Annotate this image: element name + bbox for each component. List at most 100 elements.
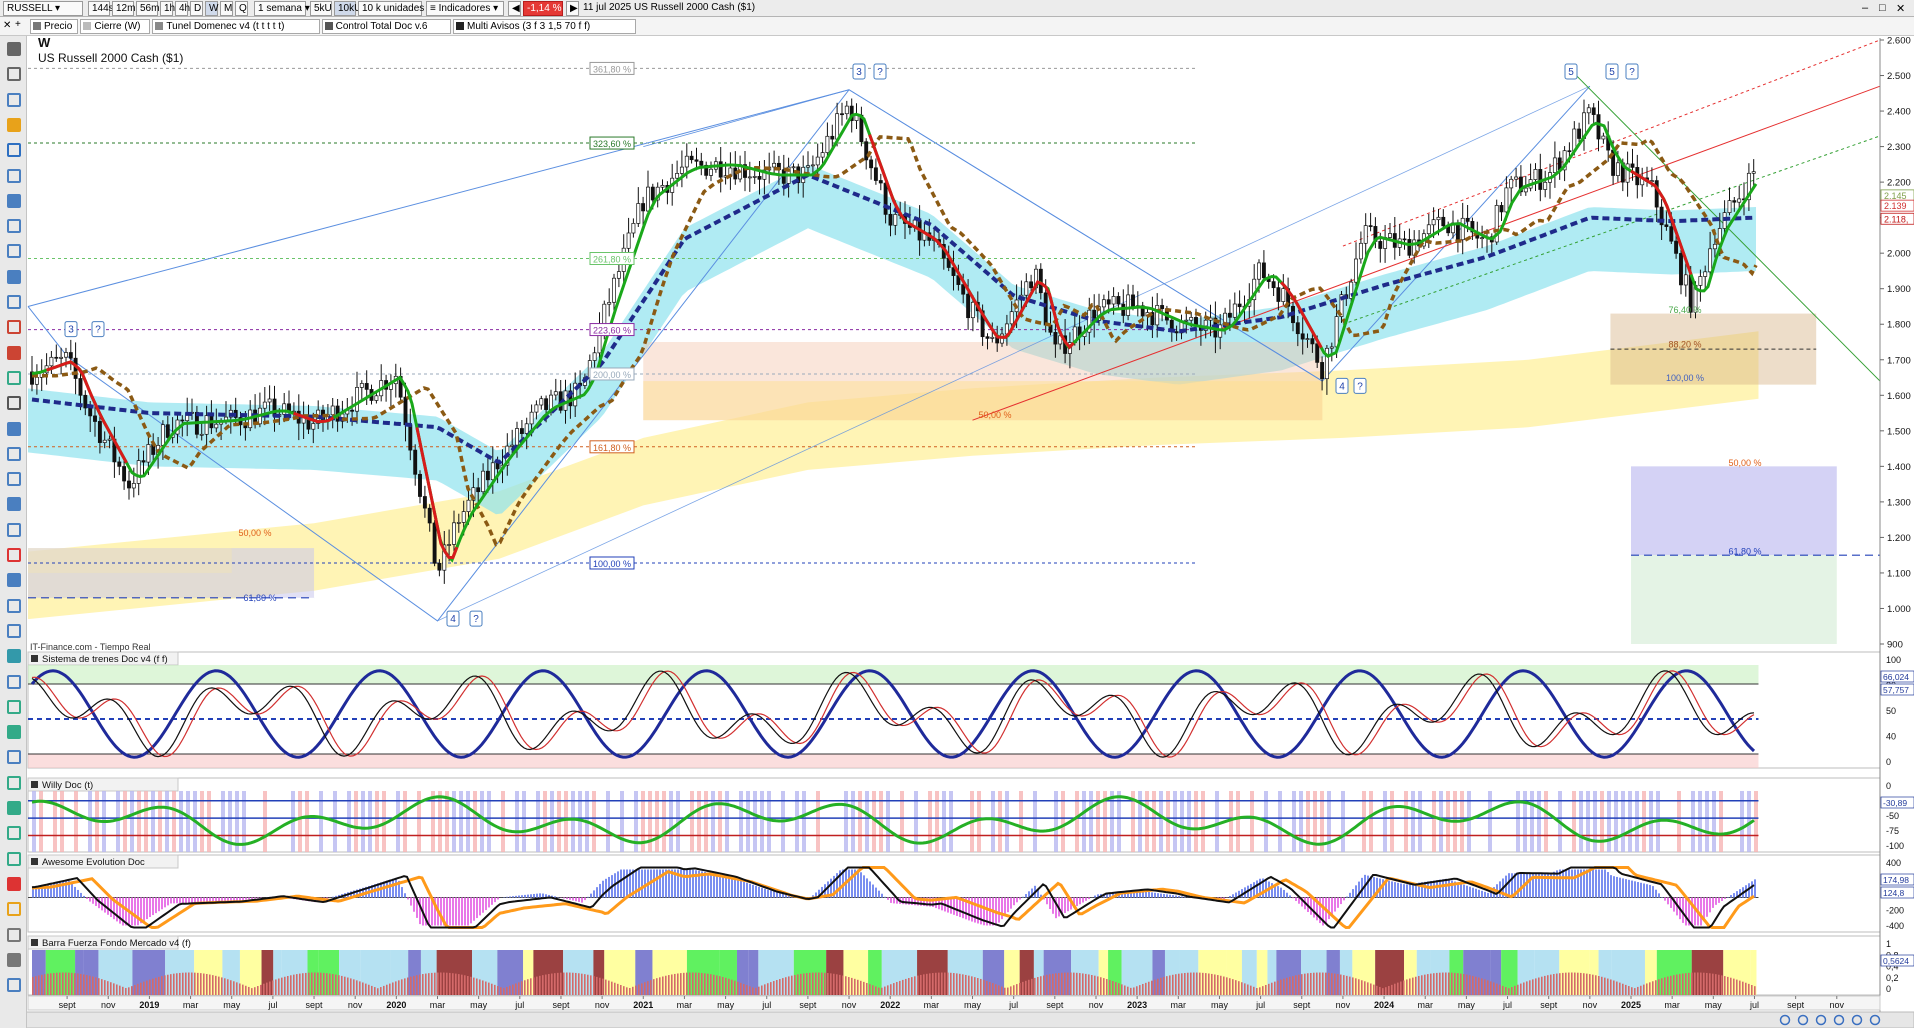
strength-bar [95,977,97,995]
drawing-tool-icon[interactable] [7,168,21,183]
drawing-tool-icon[interactable] [7,573,21,588]
drawing-tool-icon[interactable] [7,952,21,967]
drawing-tool-icon[interactable] [7,649,21,664]
candle-body [553,391,558,396]
symbol-select[interactable]: RUSSELL ▾ [3,1,83,16]
strength-bar [413,975,415,995]
timeframe-button-4h[interactable]: 4h [175,1,190,16]
panel-close-icon[interactable]: ✕ [3,20,11,31]
strength-bar [1247,984,1249,995]
strength-bar [674,973,676,995]
drawing-tool-icon[interactable] [7,927,21,942]
drawing-tool-icon[interactable] [7,775,21,790]
drawing-tool-icon[interactable] [7,117,21,132]
timeframe-button-Q[interactable]: Q [235,1,248,16]
drawing-tool-icon[interactable] [7,472,21,487]
drawing-tool-icon[interactable] [7,269,21,284]
drawing-tool-icon[interactable] [7,370,21,385]
indicator-tab-label: Precio [44,21,73,32]
drawing-tool-icon[interactable] [7,978,21,993]
drawing-tool-icon[interactable] [7,143,21,158]
panel-y-tick: 0 [1886,781,1891,791]
strength-bar [968,975,970,995]
timeframe-button-144s[interactable]: 144s [88,1,114,16]
drawing-tool-icon[interactable] [7,244,21,259]
strength-bar [326,973,328,995]
drawing-tool-icon[interactable] [7,320,21,335]
strength-bar [1214,974,1216,995]
drawing-tool-icon[interactable] [7,548,21,562]
drawing-tool-icon[interactable] [7,902,21,917]
drawing-tool-icon[interactable] [7,396,21,411]
panel-y-tick: -100 [1886,841,1904,851]
units-button-5kU[interactable]: 5kU [310,1,332,16]
drawing-tool-icon[interactable] [7,295,21,309]
period-select[interactable]: 1 semana ▾ [254,1,310,16]
candle-body [1261,262,1266,279]
strength-bar [530,978,532,995]
drawing-tool-icon[interactable] [7,699,21,714]
chart-canvas[interactable]: Sistema de trenes Doc v4 (f f) Willy Doc … [0,0,1914,1028]
drawing-tool-icon[interactable] [7,598,21,613]
drawing-tool-icon[interactable] [7,623,21,638]
restore-icon[interactable]: □ [1879,2,1886,14]
drawing-tool-icon[interactable] [7,92,21,107]
drawing-tool-icon[interactable] [7,42,21,56]
drawing-tool-icon[interactable] [7,674,21,689]
units-select[interactable]: 10 k unidades ▾ [358,1,432,16]
ao-bar [1007,897,1009,913]
drawing-tool-icon[interactable] [7,750,21,765]
indicator-tab[interactable]: Control Total Doc v.6 [321,19,451,34]
strength-bar [1043,975,1045,995]
drawing-tool-icon[interactable] [7,801,21,815]
timeframe-button-56m[interactable]: 56m [136,1,159,16]
ao-bar [1469,886,1471,898]
drawing-tool-icon[interactable] [7,345,21,360]
indicators-button[interactable]: ≡ Indicadores ▾ [426,1,504,16]
panel-add-icon[interactable]: + [15,19,21,30]
units-button-10kU[interactable]: 10kU [334,1,361,16]
ao-bar [401,887,403,898]
drawing-tool-icon[interactable] [7,193,21,208]
indicator-tab[interactable]: Multi Avisos (3 f 3 1,5 70 f f) [453,19,637,34]
candle-body [1460,217,1465,241]
drawing-tool-icon[interactable] [7,421,21,436]
drawing-tool-icon[interactable] [7,497,21,512]
candle-body [83,394,88,409]
strength-bar [782,978,784,995]
drawing-tool-icon[interactable] [7,67,21,82]
nav-left-button[interactable]: ◀ [508,1,521,16]
close-icon[interactable]: ✕ [1896,2,1905,15]
candle-body [418,473,422,497]
strength-bar [56,972,58,995]
strength-zone [1226,950,1242,995]
drawing-tool-icon[interactable] [7,725,21,740]
strength-bar [1097,976,1099,995]
drawing-tool-icon[interactable] [7,851,21,866]
strength-bar [1079,973,1081,995]
strength-bar [1145,982,1147,995]
strength-bar [689,972,691,995]
strength-bar [1013,985,1015,995]
drawing-tool-icon[interactable] [7,219,21,234]
drawing-tool-icon[interactable] [7,876,21,891]
indicator-tab[interactable]: Tunel Domenec v4 (t t t t t) [152,19,320,34]
drawing-tool-icon[interactable] [7,826,21,841]
minimize-icon[interactable]: – [1862,2,1868,14]
drawing-tool-icon[interactable] [7,446,21,461]
indicator-tab[interactable]: Cierre (W) [80,19,151,34]
indicator-tab[interactable]: Precio [30,19,79,34]
timeframe-button-12m[interactable]: 12m [112,1,135,16]
timeframe-button-D[interactable]: D [190,1,203,16]
ao-bar [1526,873,1528,898]
timeframe-button-W[interactable]: W [205,1,218,16]
nav-right-button[interactable]: ▶ [566,1,579,16]
drawing-tool-icon[interactable] [7,522,21,537]
strength-bar [179,972,181,995]
ao-bar [1337,897,1339,908]
timeframe-button-M[interactable]: M [220,1,233,16]
timeframe-button-1h[interactable]: 1h [160,1,175,16]
ao-bar [1475,888,1477,898]
x-tick-label: jul [1008,1000,1018,1010]
strength-bar [1406,979,1408,995]
